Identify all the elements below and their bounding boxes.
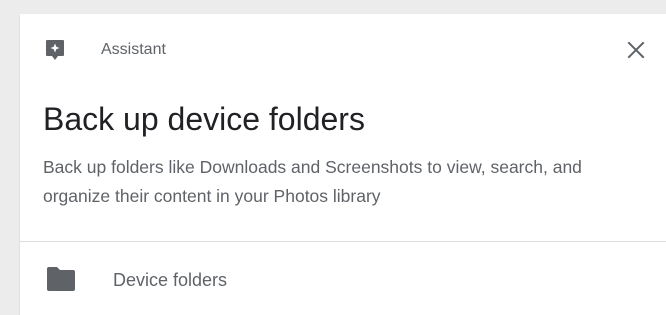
assistant-label: Assistant bbox=[101, 41, 166, 58]
device-folders-label: Device folders bbox=[113, 270, 228, 290]
folder-icon bbox=[47, 267, 75, 291]
card-header: Assistant bbox=[20, 14, 666, 86]
card-title: Back up device folders bbox=[43, 101, 365, 137]
backup-card: Assistant Back up device folders Back up… bbox=[20, 14, 666, 315]
device-folders-item[interactable]: Device folders bbox=[20, 242, 666, 315]
assistant-icon bbox=[46, 40, 64, 60]
close-icon[interactable] bbox=[624, 38, 648, 62]
card-description: Back up folders like Downloads and Scree… bbox=[43, 157, 582, 206]
